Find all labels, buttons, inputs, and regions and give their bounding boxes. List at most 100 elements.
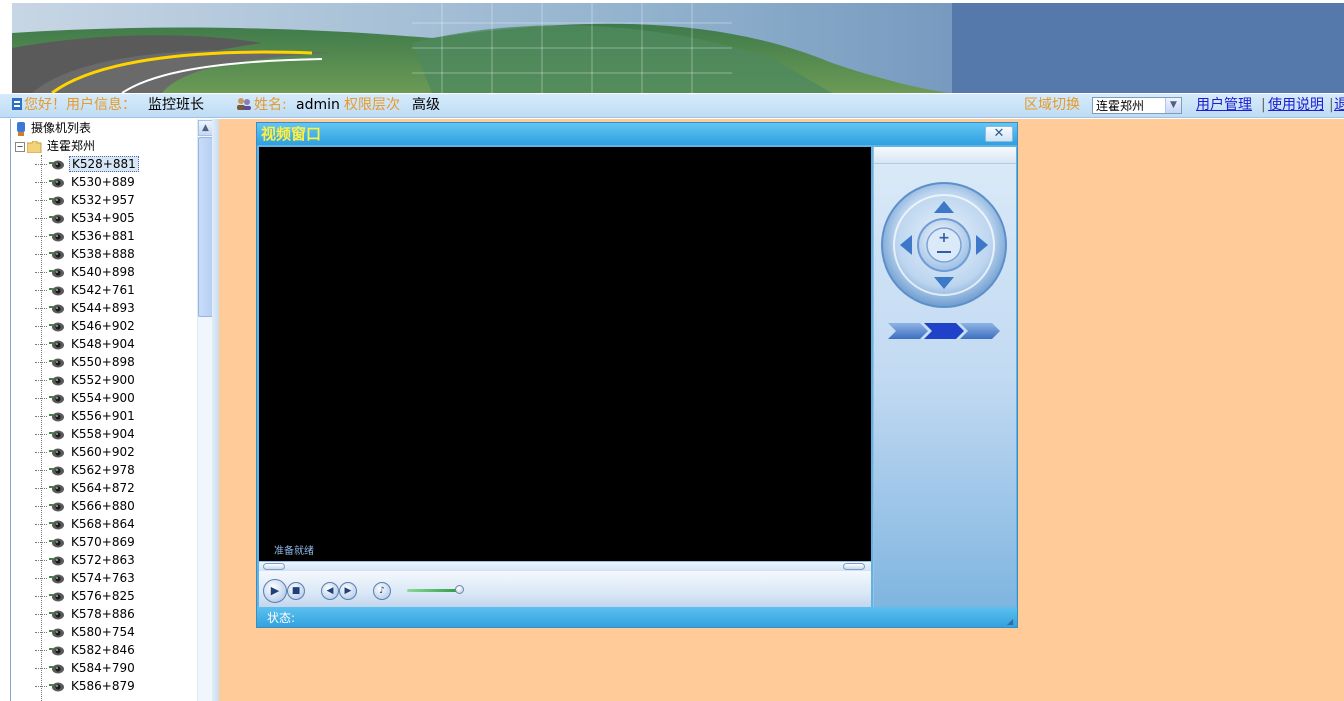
camera-tree-item[interactable]: K578+886 (35, 605, 137, 623)
camera-tree-item[interactable]: K538+888 (35, 245, 137, 263)
region-select[interactable]: 连霍郑州 ▼ (1092, 97, 1182, 114)
link-separator-2: | (1329, 97, 1334, 113)
camera-icon (49, 286, 64, 295)
camera-tree-item[interactable]: K584+790 (35, 659, 137, 677)
camera-icon (49, 250, 64, 259)
camera-tree-item[interactable]: K554+900 (35, 389, 137, 407)
camera-label: K550+898 (71, 355, 135, 369)
camera-icon (49, 160, 64, 169)
camera-icon (49, 556, 64, 565)
camera-tree-item[interactable]: K576+825 (35, 587, 137, 605)
camera-label: K568+864 (71, 517, 135, 531)
video-screen[interactable]: 准备就绪 (259, 147, 871, 561)
camera-label: K546+902 (71, 319, 135, 333)
camera-tree-item[interactable]: K546+902 (35, 317, 137, 335)
camera-label: K552+900 (71, 373, 135, 387)
camera-label: K566+880 (71, 499, 135, 513)
logout-link[interactable]: 退 (1334, 94, 1344, 117)
previous-icon[interactable]: ◀ (321, 582, 339, 600)
camera-tree-item[interactable]: K530+889 (35, 173, 137, 191)
camera-tree-item[interactable]: K560+902 (35, 443, 137, 461)
camera-label: K574+763 (71, 571, 135, 585)
camera-icon (49, 340, 64, 349)
camera-tree-item[interactable]: K566+880 (35, 497, 137, 515)
tree-connector (35, 524, 47, 525)
next-icon[interactable]: ▶ (339, 582, 357, 600)
stop-icon[interactable]: ■ (287, 582, 305, 600)
camera-tree-item[interactable]: K556+901 (35, 407, 137, 425)
road-landscape-image (12, 3, 1344, 93)
camera-tree-item[interactable]: K550+898 (35, 353, 137, 371)
tree-connector (35, 668, 47, 669)
video-window[interactable]: 视频窗口 ✕ 准备就绪 ▶ ■ ◀ ▶ ♪ + 状态: ◢ (256, 122, 1018, 628)
camera-tree-item[interactable]: K542+761 (35, 281, 137, 299)
camera-icon (49, 178, 64, 187)
resize-grip-icon[interactable]: ◢ (1007, 617, 1015, 626)
volume-icon[interactable]: ♪ (373, 582, 391, 600)
camera-icon (49, 304, 64, 313)
camera-tree-item[interactable]: K574+763 (35, 569, 137, 587)
camera-tree-item[interactable]: K540+898 (35, 263, 137, 281)
ptz-topbar (874, 147, 1016, 164)
camera-label: K528+881 (69, 156, 139, 172)
camera-icon (49, 394, 64, 403)
tree-connector (35, 452, 47, 453)
seek-end-handle[interactable] (843, 563, 865, 570)
scroll-thumb[interactable] (198, 137, 213, 317)
region-switch-label: 区域切换 (1024, 97, 1080, 113)
chevron-down-icon[interactable]: ▼ (1165, 98, 1181, 113)
help-link[interactable]: 使用说明 (1268, 94, 1324, 117)
tree-group-zhengzhou[interactable]: − 连霍郑州 (15, 137, 95, 155)
scroll-up-icon[interactable]: ▲ (198, 120, 213, 136)
play-icon[interactable]: ▶ (263, 579, 287, 603)
volume-knob[interactable] (455, 585, 464, 594)
camera-tree-item[interactable]: K580+754 (35, 623, 137, 641)
tree-connector (35, 632, 47, 633)
camera-label: K554+900 (71, 391, 135, 405)
camera-label: K572+863 (71, 553, 135, 567)
camera-icon (49, 538, 64, 547)
camera-tree-item[interactable]: K564+872 (35, 479, 137, 497)
camera-label: K570+869 (71, 535, 135, 549)
camera-icon (49, 682, 64, 691)
camera-icon (49, 358, 64, 367)
camera-tree-item[interactable]: K544+893 (35, 299, 137, 317)
name-label: 姓名: (254, 97, 287, 113)
volume-slider[interactable] (407, 589, 459, 592)
camera-tree-item[interactable]: K568+864 (35, 515, 137, 533)
close-icon[interactable]: ✕ (985, 126, 1013, 142)
seek-start-handle[interactable] (263, 563, 285, 570)
camera-icon (49, 232, 64, 241)
camera-tree-item[interactable]: K582+846 (35, 641, 137, 659)
camera-icon (49, 484, 64, 493)
camera-tree-item[interactable]: K536+881 (35, 227, 137, 245)
camera-tree-item[interactable]: K562+978 (35, 461, 137, 479)
panel-splitter[interactable] (212, 119, 219, 701)
tree-scrollbar[interactable]: ▲ (197, 119, 213, 701)
tree-root[interactable]: 摄像机列表 (15, 119, 91, 137)
camera-tree-item[interactable]: K558+904 (35, 425, 137, 443)
camera-tree-item[interactable]: K532+957 (35, 191, 137, 209)
ptz-dial: + (881, 182, 1007, 339)
user-management-link[interactable]: 用户管理 (1196, 94, 1252, 117)
camera-tree-item[interactable]: K586+879 (35, 677, 137, 695)
camera-tree-item[interactable]: K528+881 (35, 155, 139, 173)
camera-tree-item[interactable]: K570+869 (35, 533, 137, 551)
camera-tree-item[interactable]: K548+904 (35, 335, 137, 353)
tree-connector (35, 218, 47, 219)
camera-label: K540+898 (71, 265, 135, 279)
permission-level: 高级 (412, 97, 440, 113)
video-window-titlebar[interactable]: 视频窗口 ✕ (257, 123, 1017, 145)
video-window-statusbar: 状态: ◢ (257, 607, 1017, 627)
camera-label: K544+893 (71, 301, 135, 315)
camera-tree-item[interactable]: K572+863 (35, 551, 137, 569)
camera-tree-item[interactable]: K534+905 (35, 209, 137, 227)
camera-tree-item[interactable]: K552+900 (35, 371, 137, 389)
tree-connector (35, 344, 47, 345)
camera-icon (49, 466, 64, 475)
tree-connector (35, 236, 47, 237)
camera-label: K584+790 (71, 661, 135, 675)
seek-bar[interactable] (259, 561, 871, 571)
tree-connector (35, 578, 47, 579)
collapse-icon[interactable]: − (15, 141, 25, 152)
